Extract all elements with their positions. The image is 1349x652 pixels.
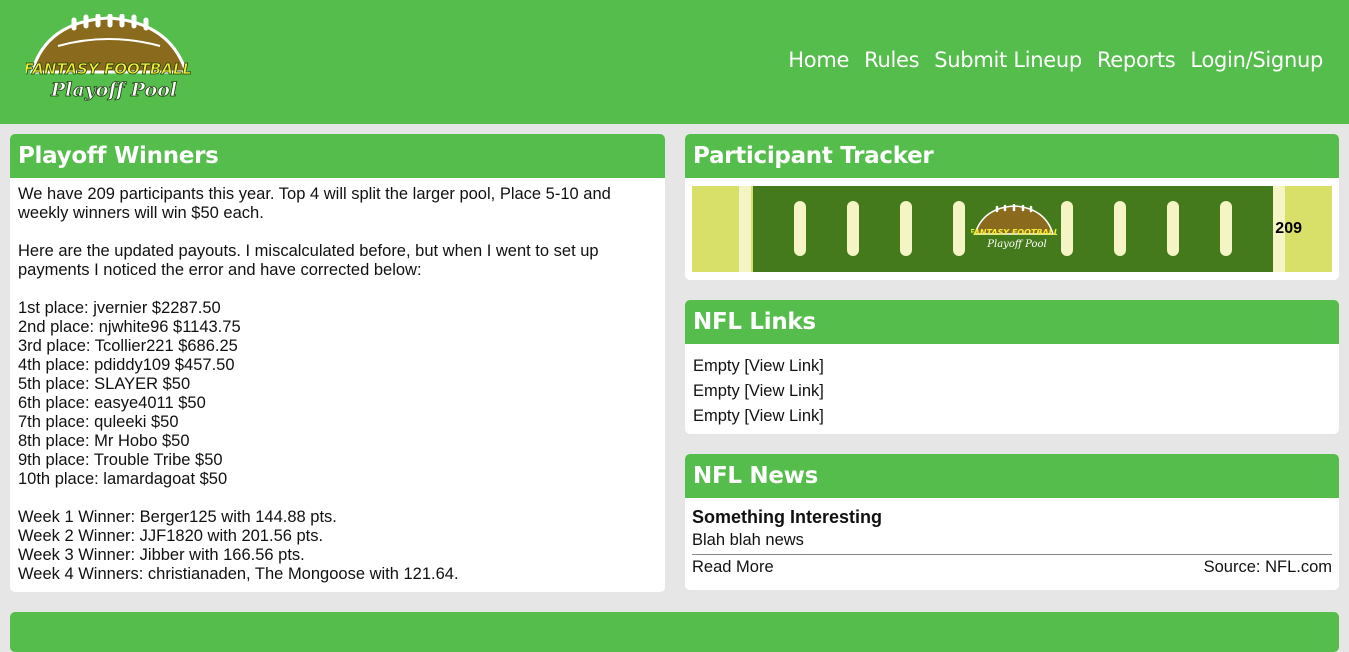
playoff-winners-panel: Playoff Winners We have 209 participants… bbox=[10, 134, 665, 592]
nfl-links-panel: NFL Links Empty [View Link] Empty [View … bbox=[685, 300, 1339, 434]
svg-text:FANTASY FOOTBALL: FANTASY FOOTBALL bbox=[26, 60, 191, 78]
place-row: 10th place: lamardagoat $50 bbox=[18, 470, 228, 488]
nfl-link-item[interactable]: Empty [View Link] bbox=[693, 404, 1331, 429]
fantasy-football-logo[interactable]: FANTASY FOOTBALL Playoff Pool bbox=[26, 14, 191, 106]
panel-title-cut-off bbox=[10, 612, 1339, 652]
places-list: 1st place: jvernier $2287.50 2nd place: … bbox=[18, 299, 657, 489]
place-row: 6th place: easye4011 $50 bbox=[18, 394, 206, 412]
weekly-winners-list: Week 1 Winner: Berger125 with 144.88 pts… bbox=[18, 508, 657, 584]
nfl-link-item[interactable]: Empty [View Link] bbox=[693, 354, 1331, 379]
winners-content: We have 209 participants this year. Top … bbox=[10, 178, 665, 592]
nav-reports[interactable]: Reports bbox=[1097, 48, 1176, 72]
place-row: 4th place: pdiddy109 $457.50 bbox=[18, 356, 235, 374]
yard-marker bbox=[1220, 201, 1232, 256]
news-text: Blah blah news bbox=[692, 531, 804, 549]
week-row: Week 4 Winners: christianaden, The Mongo… bbox=[18, 565, 459, 583]
yard-marker bbox=[847, 201, 859, 256]
panel-title: Playoff Winners bbox=[10, 134, 665, 178]
update-text: Here are the updated payouts. I miscalcu… bbox=[18, 242, 599, 279]
panel-title: NFL News bbox=[685, 454, 1339, 498]
news-footer: Read More Source: NFL.com bbox=[692, 554, 1332, 577]
nfl-news-panel: NFL News Something Interesting Blah blah… bbox=[685, 454, 1339, 590]
bottom-panel bbox=[10, 612, 1339, 652]
yard-marker bbox=[1061, 201, 1073, 256]
links-list: Empty [View Link] Empty [View Link] Empt… bbox=[685, 344, 1339, 434]
svg-text:FANTASY FOOTBALL: FANTASY FOOTBALL bbox=[971, 228, 1057, 237]
news-source: Source: NFL.com bbox=[1203, 558, 1332, 576]
read-more-link[interactable]: Read More bbox=[692, 558, 774, 577]
panel-title: Participant Tracker bbox=[685, 134, 1339, 178]
panel-title: NFL Links bbox=[685, 300, 1339, 344]
intro-text: We have 209 participants this year. Top … bbox=[18, 185, 611, 222]
nav-rules[interactable]: Rules bbox=[864, 48, 919, 72]
football-field-tracker: FANTASY FOOTBALL Playoff Pool 209 bbox=[692, 186, 1332, 272]
place-row: 7th place: quleeki $50 bbox=[18, 413, 179, 431]
place-row: 5th place: SLAYER $50 bbox=[18, 375, 191, 393]
participant-count: 209 bbox=[1275, 220, 1302, 237]
nav-submit-lineup[interactable]: Submit Lineup bbox=[934, 48, 1082, 72]
yard-marker bbox=[1114, 201, 1126, 256]
place-row: 1st place: jvernier $2287.50 bbox=[18, 299, 221, 317]
place-row: 8th place: Mr Hobo $50 bbox=[18, 432, 190, 450]
main-nav: Home Rules Submit Lineup Reports Login/S… bbox=[788, 48, 1323, 72]
yard-marker bbox=[1167, 201, 1179, 256]
endzone-line bbox=[739, 186, 751, 272]
week-row: Week 3 Winner: Jibber with 166.56 pts. bbox=[18, 546, 305, 564]
svg-text:Playoff Pool: Playoff Pool bbox=[50, 79, 177, 101]
place-row: 2nd place: njwhite96 $1143.75 bbox=[18, 318, 241, 336]
place-row: 9th place: Trouble Tribe $50 bbox=[18, 451, 223, 469]
nfl-link-item[interactable]: Empty [View Link] bbox=[693, 379, 1331, 404]
place-row: 3rd place: Tcollier221 $686.25 bbox=[18, 337, 238, 355]
nav-home[interactable]: Home bbox=[788, 48, 849, 72]
svg-text:Playoff Pool: Playoff Pool bbox=[986, 239, 1046, 250]
field-area: FANTASY FOOTBALL Playoff Pool bbox=[753, 186, 1273, 272]
news-headline: Something Interesting bbox=[692, 507, 883, 527]
tracker-logo: FANTASY FOOTBALL Playoff Pool bbox=[971, 204, 1057, 250]
yard-marker bbox=[794, 201, 806, 256]
week-row: Week 1 Winner: Berger125 with 144.88 pts… bbox=[18, 508, 337, 526]
yard-marker bbox=[900, 201, 912, 256]
yard-marker bbox=[953, 201, 965, 256]
participant-tracker-panel: Participant Tracker FANTASY FOOTBALL Pla… bbox=[685, 134, 1339, 280]
week-row: Week 2 Winner: JJF1820 with 201.56 pts. bbox=[18, 527, 324, 545]
nav-login-signup[interactable]: Login/Signup bbox=[1190, 48, 1323, 72]
site-header: FANTASY FOOTBALL Playoff Pool Home Rules… bbox=[0, 0, 1349, 124]
